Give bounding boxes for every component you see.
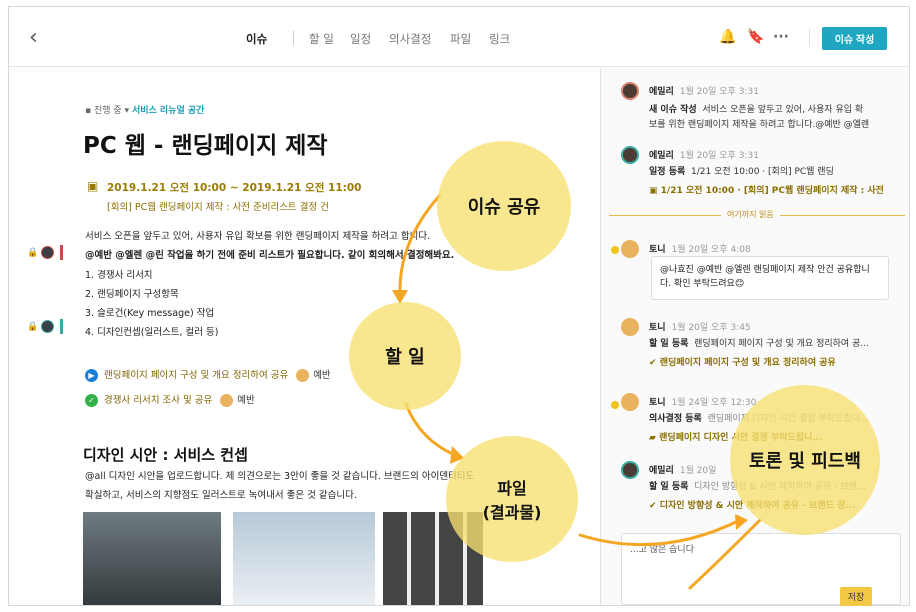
decision-icon: ▰ xyxy=(649,433,656,443)
annotation-issue-share: 이슈 공유 xyxy=(437,141,571,271)
design-thumbnail[interactable] xyxy=(83,512,221,605)
annotation-file: 파일 (결과물) xyxy=(446,436,578,562)
body-line: 1. 경쟁사 리서치 xyxy=(85,270,153,281)
calendar-icon: ▣ xyxy=(87,179,99,193)
todo-item[interactable]: ▶ 랜딩페이지 페이지 구성 및 개요 정리하여 공유 예반 xyxy=(85,367,331,382)
body-line: 2. 랜딩페이지 구성항목 xyxy=(85,289,179,300)
top-bar: ‹ 이슈 할 일 일정 의사결정 파일 링크 🔔 🔖 ··· 이슈 작성 xyxy=(9,7,909,67)
body-line: @예반 @엘렌 @린 작업을 하기 전에 준비 리스트가 필요합니다. 같이 회… xyxy=(85,250,455,261)
write-issue-button[interactable]: 이슈 작성 xyxy=(822,27,887,50)
todo-item[interactable]: ✓ 경쟁사 리서치 조사 및 공유 예반 xyxy=(85,392,255,407)
status-dropdown[interactable]: 진행 중 xyxy=(94,106,122,116)
design-thumbnail[interactable] xyxy=(233,512,375,605)
page-title: PC 웹 - 랜딩페이지 제작 xyxy=(83,133,328,159)
message-bubble: @나효진 @예반 @엘렌 랜딩페이지 제작 안건 공유합니 다. 확인 부탁드려… xyxy=(651,256,889,300)
avatar xyxy=(621,393,639,411)
meeting-link[interactable]: [회의] PC웹 랜딩페이지 제작 : 사전 준비리스트 결정 건 xyxy=(107,199,329,213)
avatar xyxy=(41,246,55,259)
unread-dot xyxy=(611,401,619,409)
marker-bar xyxy=(59,319,63,334)
avatar xyxy=(296,369,310,382)
section-title: 디자인 시안 : 서비스 컨셉 xyxy=(83,446,248,464)
annotation-feedback: 토론 및 피드백 xyxy=(730,385,880,535)
section-line: 확실하고, 서비스의 지향점도 일러스트로 녹여내서 좋은 것 같습니다. xyxy=(85,490,357,501)
check-icon: ✔ xyxy=(649,501,657,511)
annotation-todo: 할 일 xyxy=(349,302,461,410)
toolbar-separator xyxy=(809,29,810,47)
check-icon: ✓ xyxy=(85,394,98,407)
tab-link[interactable]: 링크 xyxy=(489,31,510,47)
avatar xyxy=(621,318,639,336)
breadcrumb: ▪ 진행 중 ▾ 서비스 리뉴얼 공간 xyxy=(85,106,205,116)
calendar-icon: ▣ xyxy=(649,186,658,196)
tab-file[interactable]: 파일 xyxy=(450,31,471,47)
save-button[interactable]: 저장 xyxy=(840,587,872,606)
comment-marker[interactable]: 🔒 xyxy=(27,245,63,260)
avatar xyxy=(621,240,639,258)
tab-schedule[interactable]: 일정 xyxy=(350,31,371,47)
lock-icon: 🔒 xyxy=(27,322,39,332)
schedule-date[interactable]: 2019.1.21 오전 10:00 ~ 2019.1.21 오전 11:00 xyxy=(107,180,361,195)
tab-issue[interactable]: 이슈 xyxy=(246,31,267,47)
play-icon: ▶ xyxy=(85,369,98,382)
lock-icon: 🔒 xyxy=(27,248,39,258)
doc-icon: ▪ xyxy=(85,106,92,116)
section-line: @all 디자인 시안을 업로드합니다. 제 의견으로는 3안이 좋을 것 같습… xyxy=(85,471,475,482)
bookmark-icon[interactable]: 🔖 xyxy=(747,29,764,45)
unread-dot xyxy=(611,246,619,254)
back-icon[interactable]: ‹ xyxy=(29,25,38,50)
tab-todo[interactable]: 할 일 xyxy=(309,31,334,47)
body-line: 3. 슬로건(Key message) 작업 xyxy=(85,308,215,319)
space-link[interactable]: 서비스 리뉴얼 공간 xyxy=(132,106,205,116)
avatar xyxy=(621,461,639,479)
check-icon: ✔ xyxy=(649,358,657,368)
avatar xyxy=(621,82,639,100)
read-divider-label: 여기까지 읽음 xyxy=(721,209,780,220)
avatar xyxy=(621,146,639,164)
body-line: 서비스 오픈을 앞두고 있어, 사용자 유입 확보를 위한 랜딩페이지 제작을 … xyxy=(85,231,431,242)
bell-icon[interactable]: 🔔 xyxy=(719,29,736,45)
avatar xyxy=(41,320,55,333)
marker-bar xyxy=(59,245,63,260)
tab-decision[interactable]: 의사결정 xyxy=(389,31,431,47)
more-icon[interactable]: ··· xyxy=(773,29,789,45)
avatar xyxy=(220,394,234,407)
body-line: 4. 디자인컨셉(일러스트, 컬러 등) xyxy=(85,327,219,338)
comment-marker[interactable]: 🔒 xyxy=(27,319,63,334)
tab-separator xyxy=(293,31,294,45)
activity-feed: 에밀리 1월 20일 오후 3:31 새 이슈 작성 서비스 오픈을 앞두고 있어… xyxy=(600,68,909,605)
